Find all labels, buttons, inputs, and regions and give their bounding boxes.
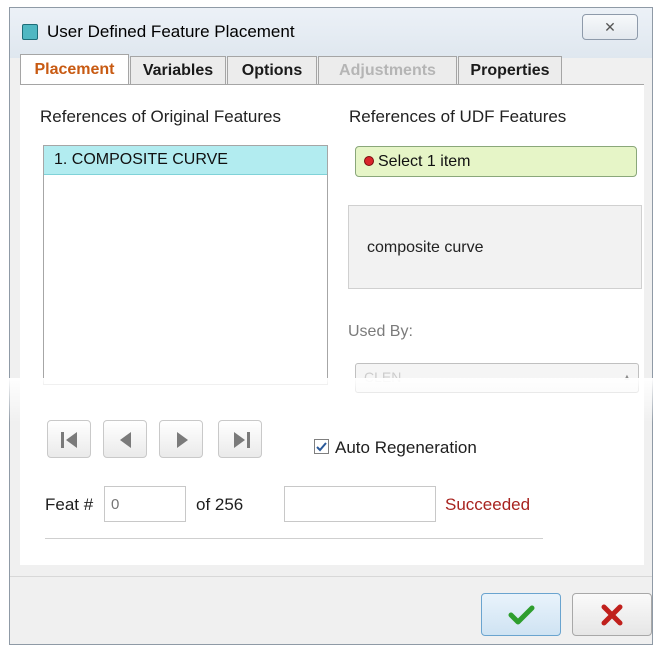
cancel-button[interactable] (572, 593, 652, 636)
app-icon (22, 24, 38, 40)
next-feature-button[interactable] (159, 420, 203, 458)
next-icon (177, 432, 188, 448)
close-icon: ✕ (604, 19, 616, 35)
original-references-header: References of Original Features (40, 107, 281, 126)
close-button[interactable]: ✕ (582, 14, 638, 40)
tab-placement[interactable]: Placement (20, 54, 129, 84)
tab-properties[interactable]: Properties (458, 56, 562, 84)
previous-feature-button[interactable] (103, 420, 147, 458)
checkmark-icon (316, 442, 327, 452)
window-title: User Defined Feature Placement (47, 22, 295, 41)
required-dot-icon (364, 155, 374, 166)
auto-regeneration-label: Auto Regeneration (335, 438, 477, 457)
last-icon (234, 432, 250, 448)
separator (45, 538, 543, 540)
feat-total-label: of 256 (196, 495, 244, 514)
udf-reference-collector[interactable]: Select 1 item (355, 146, 637, 177)
original-features-list[interactable]: 1. COMPOSITE CURVE (43, 145, 328, 385)
first-feature-button[interactable] (47, 420, 91, 458)
fade-overlay (0, 378, 661, 423)
auto-regeneration[interactable]: Auto Regeneration (314, 438, 477, 458)
feature-name-field[interactable] (284, 486, 436, 522)
cancel-x-icon (601, 604, 623, 626)
first-icon (61, 432, 77, 448)
udf-references-header: References of UDF Features (349, 107, 567, 126)
select-prompt: Select 1 item (378, 153, 471, 170)
feat-number-label: Feat # (45, 495, 94, 514)
used-by-label: Used By: (348, 323, 413, 340)
auto-regeneration-checkbox[interactable] (314, 439, 329, 455)
title-bar[interactable]: User Defined Feature Placement ✕ (10, 8, 652, 58)
tab-adjustments: Adjustments (318, 56, 457, 84)
previous-icon (120, 432, 131, 448)
reference-description: composite curve (348, 205, 642, 289)
tab-options[interactable]: Options (227, 56, 317, 84)
last-feature-button[interactable] (218, 420, 262, 458)
checkmark-ok-icon (508, 605, 535, 625)
tab-variables[interactable]: Variables (130, 56, 226, 84)
regeneration-status: Succeeded (445, 495, 531, 514)
list-item-composite-curve[interactable]: 1. COMPOSITE CURVE (44, 146, 327, 175)
footer-divider (10, 576, 652, 577)
ok-button[interactable] (481, 593, 561, 636)
feat-number-input[interactable] (104, 486, 186, 522)
